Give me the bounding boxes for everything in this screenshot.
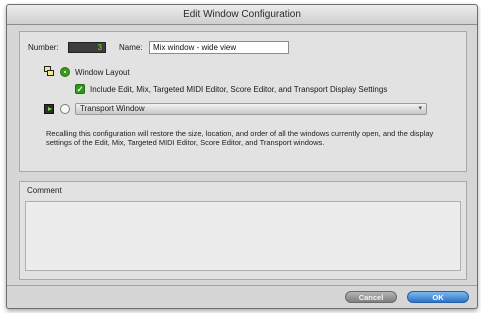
ok-button[interactable]: OK	[407, 291, 469, 303]
transport-window-radio[interactable]	[60, 104, 70, 114]
window-layout-label: Window Layout	[75, 68, 130, 77]
checkmark-icon: ✓	[76, 85, 84, 94]
description-text: Recalling this configuration will restor…	[46, 129, 434, 147]
number-label: Number:	[28, 43, 59, 52]
transport-dropdown-value: Transport Window	[80, 104, 145, 113]
transport-icon	[44, 104, 54, 114]
chevron-down-icon: ▾	[418, 105, 422, 112]
name-label: Name:	[119, 43, 143, 52]
cancel-button[interactable]: Cancel	[345, 291, 397, 303]
include-settings-label: Include Edit, Mix, Targeted MIDI Editor,…	[90, 85, 388, 94]
comment-label: Comment	[27, 186, 62, 195]
window-layout-icon	[44, 66, 55, 77]
comment-textarea[interactable]	[25, 201, 461, 271]
include-settings-checkbox[interactable]: ✓	[75, 84, 85, 94]
transport-window-dropdown[interactable]: Transport Window ▾	[75, 103, 427, 115]
window-layout-radio[interactable]	[60, 67, 70, 77]
name-field[interactable]: Mix window - wide view	[149, 41, 289, 54]
edit-window-configuration-dialog: Edit Window Configuration Number: 3 Name…	[6, 4, 478, 309]
number-field[interactable]: 3	[68, 42, 106, 53]
dialog-title: Edit Window Configuration	[7, 5, 477, 25]
footer-divider	[7, 285, 477, 286]
configuration-panel: Number: 3 Name: Mix window - wide view W…	[19, 31, 467, 172]
